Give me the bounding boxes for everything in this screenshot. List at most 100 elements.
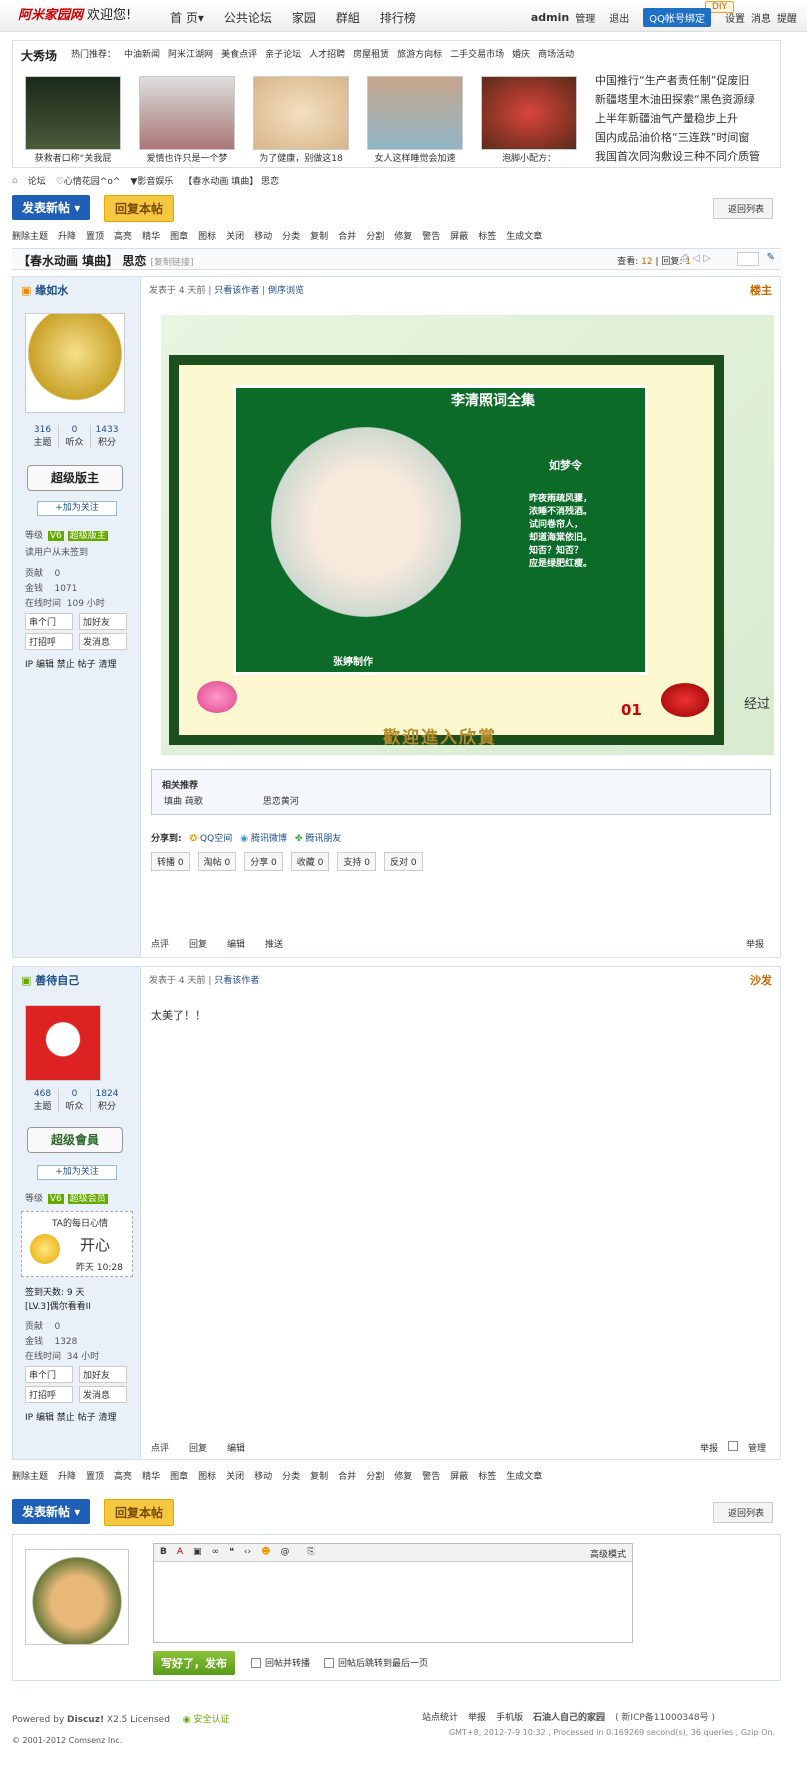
add-friend-button[interactable]: 加好友 bbox=[79, 613, 127, 630]
mod-action[interactable]: 图章 bbox=[170, 1469, 188, 1482]
thumb-caption[interactable]: 获救者口称“关我屁 bbox=[25, 151, 121, 164]
crumb-link[interactable]: 论坛 bbox=[28, 174, 46, 187]
mod-action[interactable]: 关闭 bbox=[226, 229, 244, 242]
mod-action[interactable]: 分类 bbox=[282, 1469, 300, 1482]
mod-action[interactable]: 复制 bbox=[310, 229, 328, 242]
thumb-caption[interactable]: 为了健康，别做这18 bbox=[253, 151, 349, 164]
mod-action[interactable]: 屏蔽 bbox=[450, 229, 468, 242]
new-post-button[interactable]: 发表新帖 ▾ bbox=[12, 195, 91, 220]
only-author-link[interactable]: 只看该作者 bbox=[214, 976, 259, 986]
mod-action[interactable]: 精华 bbox=[142, 229, 160, 242]
hot-link[interactable]: 美食点评 bbox=[221, 47, 257, 64]
related-link[interactable]: 思恋黄河 bbox=[263, 794, 299, 807]
thumb-image[interactable] bbox=[139, 76, 235, 150]
mod-action[interactable]: 图标 bbox=[198, 1469, 216, 1482]
mod-action[interactable]: 生成文章 bbox=[506, 1469, 542, 1482]
report-link[interactable]: 举报 bbox=[746, 937, 764, 950]
report-link[interactable]: 举报 bbox=[468, 1710, 486, 1723]
mod-action[interactable]: 升降 bbox=[58, 229, 76, 242]
mod-action[interactable]: 高亮 bbox=[114, 1469, 132, 1482]
submit-button[interactable]: 写好了，发布 bbox=[153, 1651, 235, 1675]
thumb-caption[interactable]: 泡脚小配方： bbox=[481, 151, 577, 164]
jump-checkbox[interactable] bbox=[324, 1657, 335, 1668]
mod-action[interactable]: 分类 bbox=[282, 229, 300, 242]
thumb-image[interactable] bbox=[481, 76, 577, 150]
edit-link[interactable]: 编辑 bbox=[227, 937, 245, 950]
news-item[interactable]: 新疆塔里木油田探索“黑色资源绿 bbox=[595, 90, 785, 109]
discuz-brand[interactable]: Discuz! bbox=[67, 1715, 104, 1725]
copy-link[interactable]: [复制链接] bbox=[151, 258, 194, 268]
stats-link[interactable]: 站点统计 bbox=[422, 1710, 458, 1723]
comment-link[interactable]: 点评 bbox=[151, 937, 169, 950]
stat-fans[interactable]: 0 bbox=[59, 425, 90, 435]
mobile-link[interactable]: 手机版 bbox=[496, 1710, 523, 1723]
avatar[interactable] bbox=[25, 313, 125, 413]
hot-link[interactable]: 旅游方向标 bbox=[397, 47, 442, 64]
hot-link[interactable]: 商场活动 bbox=[538, 47, 574, 64]
smiley-icon[interactable]: ☻ bbox=[261, 1547, 270, 1558]
author-name[interactable]: ▣ 善待自己 bbox=[21, 972, 79, 988]
nav-home-space[interactable]: 家园 bbox=[292, 9, 316, 26]
reply-link[interactable]: 回复 bbox=[189, 1441, 207, 1454]
back-to-list-button[interactable]: 返回列表 bbox=[713, 1502, 774, 1523]
stat-fans[interactable]: 0 bbox=[59, 1089, 90, 1099]
mod-action[interactable]: 图章 bbox=[170, 229, 188, 242]
news-item[interactable]: 中国推行“生产者责任制”促废旧 bbox=[595, 71, 785, 90]
at-icon[interactable]: @ bbox=[281, 1547, 290, 1558]
crumb-link[interactable]: ▼影音娱乐 bbox=[130, 174, 173, 187]
share-weibo[interactable]: ◉ 腾讯微博 bbox=[240, 831, 287, 844]
edit-icon[interactable]: ✎ bbox=[767, 252, 775, 263]
qq-bind-button[interactable]: QQ帐号绑定 bbox=[643, 8, 711, 27]
related-link[interactable]: 填曲 莼歌 bbox=[164, 794, 203, 807]
mod-action[interactable]: 分割 bbox=[366, 1469, 384, 1482]
follow-button[interactable]: +加为关注 bbox=[37, 1165, 117, 1180]
mod-action[interactable]: 标签 bbox=[478, 229, 496, 242]
push-link[interactable]: 推送 bbox=[265, 937, 283, 950]
reply-textarea[interactable] bbox=[154, 1562, 632, 1642]
print-icon[interactable]: ⎙ ◁ ▷ bbox=[681, 253, 711, 264]
reply-button[interactable]: 回复本帖 bbox=[104, 1499, 175, 1526]
bold-icon[interactable]: B bbox=[160, 1547, 167, 1558]
add-friend-button[interactable]: 加好友 bbox=[79, 1366, 127, 1383]
mod-action[interactable]: 移动 bbox=[254, 1469, 272, 1482]
mod-action[interactable]: 移动 bbox=[254, 229, 272, 242]
mod-action[interactable]: 复制 bbox=[310, 1469, 328, 1482]
manage-checkbox[interactable] bbox=[727, 1441, 738, 1451]
nav-ranking[interactable]: 排行榜 bbox=[380, 9, 416, 26]
reverse-order-link[interactable]: 倒序浏览 bbox=[268, 286, 304, 296]
hot-link[interactable]: 亲子论坛 bbox=[265, 47, 301, 64]
quote-icon[interactable]: ❝ bbox=[229, 1547, 234, 1558]
thumb-caption[interactable]: 爱情也许只是一个梦 bbox=[139, 151, 235, 164]
mod-action[interactable]: 置顶 bbox=[86, 229, 104, 242]
admin-actions[interactable]: IP 编辑 禁止 帖子 清理 bbox=[25, 1410, 117, 1423]
nav-group[interactable]: 群組 bbox=[336, 9, 360, 26]
mod-action[interactable]: 精华 bbox=[142, 1469, 160, 1482]
mod-action[interactable]: 警告 bbox=[422, 1469, 440, 1482]
mod-action[interactable]: 高亮 bbox=[114, 229, 132, 242]
site-name[interactable]: 石油人自己的家园 bbox=[533, 1710, 605, 1723]
greet-button[interactable]: 打招呼 bbox=[25, 1386, 73, 1403]
message-button[interactable]: 发消息 bbox=[79, 1386, 127, 1403]
back-to-list-button[interactable]: 返回列表 bbox=[713, 198, 774, 219]
share-friends[interactable]: ✤ 腾讯朋友 bbox=[295, 831, 341, 844]
stat-points[interactable]: 1824 bbox=[91, 1089, 123, 1099]
mod-action[interactable]: 警告 bbox=[422, 229, 440, 242]
hot-link[interactable]: 人才招聘 bbox=[309, 47, 345, 64]
visit-button[interactable]: 串个门 bbox=[25, 613, 73, 630]
thumb-image[interactable] bbox=[367, 76, 463, 150]
visit-button[interactable]: 串个门 bbox=[25, 1366, 73, 1383]
mod-action[interactable]: 标签 bbox=[478, 1469, 496, 1482]
oppose-button[interactable]: 反对 0 bbox=[383, 852, 423, 871]
attach-icon[interactable]: ⎘ bbox=[308, 1547, 315, 1558]
share-button[interactable]: 分享 0 bbox=[244, 852, 283, 871]
nav-forum[interactable]: 公共论坛 bbox=[224, 9, 272, 26]
mod-action[interactable]: 分割 bbox=[366, 229, 384, 242]
greet-button[interactable]: 打招呼 bbox=[25, 633, 73, 650]
news-item[interactable]: 国内成品油价格“三连跌”时间窗 bbox=[595, 128, 785, 147]
mod-action[interactable]: 合并 bbox=[338, 229, 356, 242]
safe-cert[interactable]: 安全认证 bbox=[194, 1715, 230, 1725]
repost-button[interactable]: 转播 0 bbox=[151, 852, 190, 871]
post-image[interactable]: 李清照词全集 如梦令 昨夜雨疏风骤， 浓睡不消残酒。 试问卷帘人， 却道海棠依旧… bbox=[161, 315, 774, 755]
stat-points[interactable]: 1433 bbox=[91, 425, 123, 435]
mod-action[interactable]: 关闭 bbox=[226, 1469, 244, 1482]
